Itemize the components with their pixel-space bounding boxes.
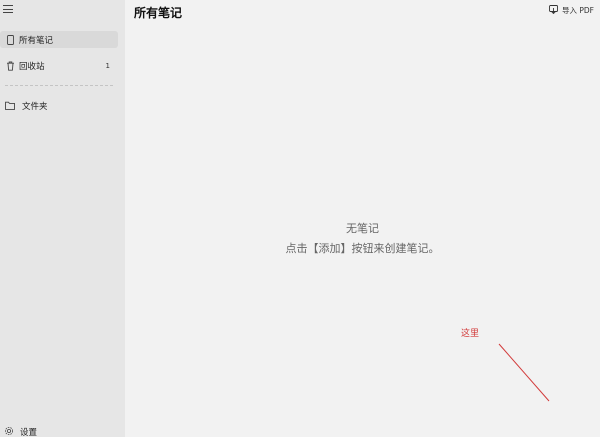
sidebar: 所有笔记 回收站 1 文件夹 设置 — [0, 0, 125, 437]
import-pdf-icon — [549, 5, 559, 16]
note-icon — [3, 33, 17, 47]
sidebar-item-label: 所有笔记 — [19, 35, 54, 46]
page-title: 所有笔记 — [134, 6, 183, 20]
import-pdf-button[interactable]: 导入 PDF — [549, 5, 594, 16]
annotation-text: 这里 — [461, 329, 480, 339]
sidebar-item-folders[interactable]: 文件夹 — [0, 97, 118, 114]
notes-app-window: 所有笔记 回收站 1 文件夹 设置 所有笔记 导入 PDF 无笔记 点击【添加】… — [0, 0, 600, 437]
hamburger-menu-icon[interactable] — [2, 3, 14, 15]
import-pdf-label: 导入 PDF — [562, 6, 594, 15]
folder-icon — [3, 99, 17, 113]
empty-state-description: 点击【添加】按钮来创建笔记。 — [285, 242, 440, 255]
sidebar-item-all-notes[interactable]: 所有笔记 — [0, 31, 118, 48]
gear-icon — [4, 426, 14, 437]
empty-state: 无笔记 点击【添加】按钮来创建笔记。 — [125, 222, 600, 256]
sidebar-item-trash[interactable]: 回收站 1 — [0, 57, 118, 74]
settings-label: 设置 — [20, 428, 38, 437]
empty-state-title: 无笔记 — [346, 222, 379, 235]
main-content: 所有笔记 导入 PDF 无笔记 点击【添加】按钮来创建笔记。 这里 — [125, 0, 600, 437]
annotation-arrow — [498, 343, 550, 402]
sidebar-divider — [5, 85, 113, 86]
trash-count-badge: 1 — [105, 61, 110, 70]
sidebar-item-label: 文件夹 — [22, 101, 48, 112]
sidebar-item-label: 回收站 — [19, 61, 45, 72]
trash-icon — [3, 59, 17, 73]
settings-button[interactable]: 设置 — [4, 425, 37, 437]
